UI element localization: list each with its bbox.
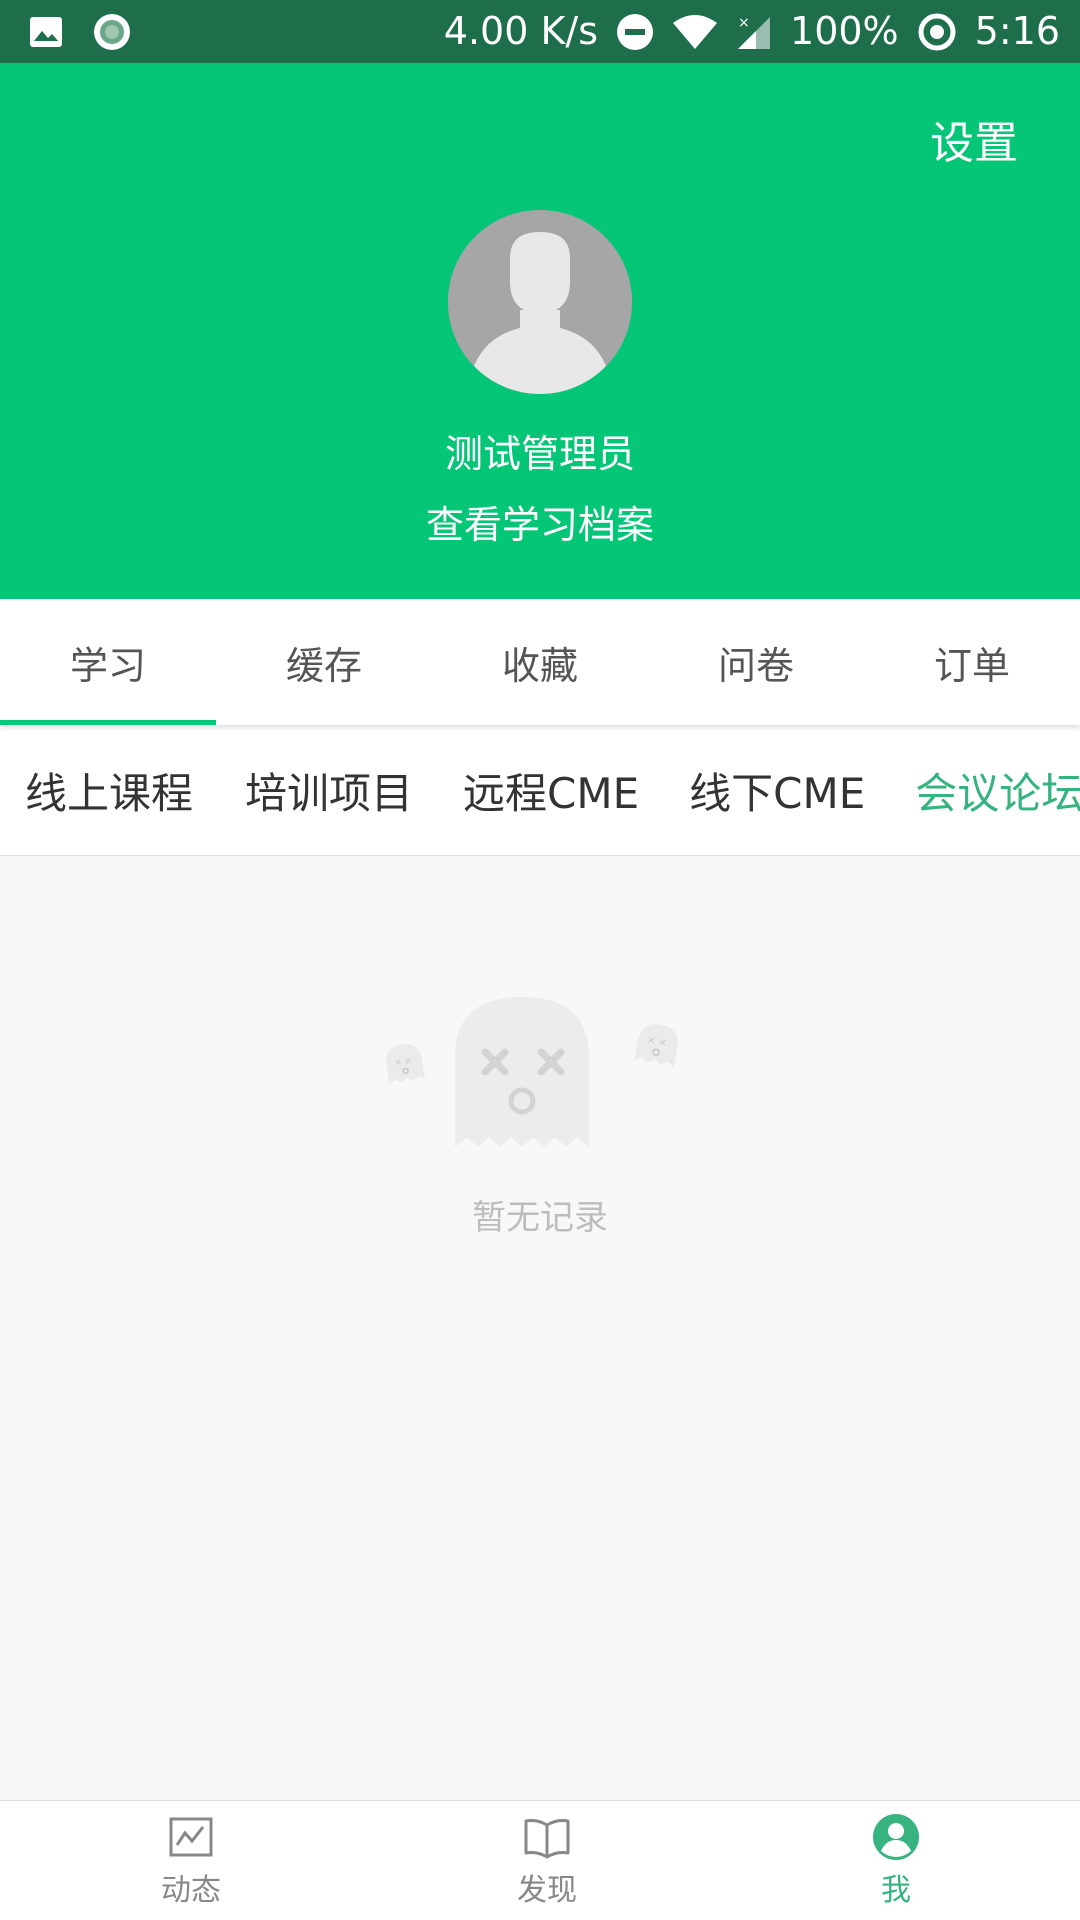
subtab-training-projects[interactable]: 培训项目 — [245, 760, 413, 821]
tab-study[interactable]: 学习 — [0, 599, 216, 725]
tab-questionnaire[interactable]: 问卷 — [648, 599, 864, 725]
bottom-nav: 动态 发现 我 — [0, 1800, 1080, 1920]
nav-discover[interactable]: 发现 — [487, 1801, 607, 1920]
username: 测试管理员 — [444, 432, 635, 476]
battery-level: 100% — [790, 9, 899, 53]
avatar[interactable] — [448, 210, 632, 394]
sync-icon — [917, 12, 957, 52]
user-circle-icon — [873, 1814, 919, 1860]
tab-favorites[interactable]: 收藏 — [432, 599, 648, 725]
nav-dynamics[interactable]: 动态 — [131, 1801, 251, 1920]
trend-chart-icon — [169, 1817, 213, 1857]
subtab-conference-forum[interactable]: 会议论坛 — [915, 760, 1080, 821]
open-book-icon — [524, 1819, 570, 1859]
image-icon — [28, 14, 64, 50]
empty-message: 暂无记录 — [472, 1198, 608, 1238]
svg-text:×: × — [738, 15, 750, 31]
view-learning-profile-link[interactable]: 查看学习档案 — [0, 494, 1080, 549]
network-speed: 4.00 K/s — [443, 9, 599, 53]
empty-state: × × × × 暂无记录 — [0, 857, 1080, 1800]
tab-cache[interactable]: 缓存 — [216, 599, 432, 725]
record-icon — [92, 12, 132, 52]
dnd-icon — [616, 13, 654, 51]
status-right: 4.00 K/s × 100% 5:16 — [444, 0, 1060, 63]
subtab-online-courses[interactable]: 线上课程 — [25, 760, 193, 821]
wifi-icon — [672, 13, 718, 51]
tab-orders[interactable]: 订单 — [864, 599, 1080, 725]
nav-me-label: 我 — [881, 1873, 911, 1908]
main-tabs: 学习 缓存 收藏 问卷 订单 — [0, 599, 1080, 725]
clock: 5:16 — [974, 9, 1060, 53]
subtab-offline-cme[interactable]: 线下CME — [689, 760, 865, 821]
default-avatar-icon — [448, 210, 632, 394]
subtab-remote-cme[interactable]: 远程CME — [463, 760, 639, 821]
nav-dynamics-label: 动态 — [161, 1873, 221, 1908]
profile-header: 设置 测试管理员 查看学习档案 — [0, 63, 1080, 599]
ghost-icon: × × × × — [386, 997, 678, 1147]
status-left — [28, 0, 132, 63]
sub-tabs: 线上课程 培训项目 远程CME 线下CME 会议论坛 — [0, 725, 1080, 856]
nav-me[interactable]: 我 — [836, 1801, 956, 1920]
nav-discover-label: 发现 — [517, 1873, 577, 1908]
status-bar: 4.00 K/s × 100% 5:16 — [0, 0, 1080, 63]
settings-button[interactable]: 设置 — [930, 107, 1018, 171]
signal-icon: × — [736, 13, 772, 51]
